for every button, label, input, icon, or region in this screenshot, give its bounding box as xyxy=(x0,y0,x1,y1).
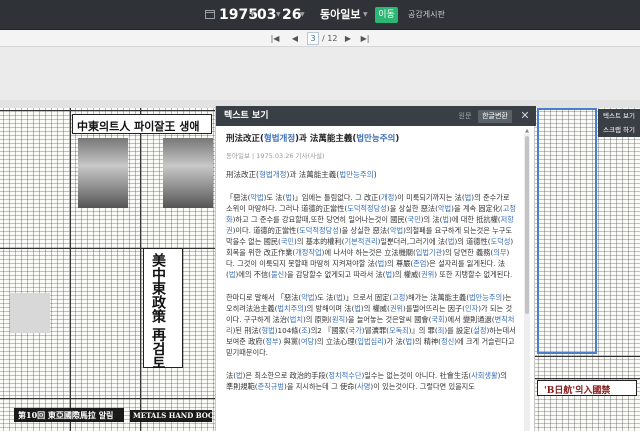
scroll-up-icon[interactable]: ▲ xyxy=(523,128,531,134)
page-navigation-bar: |◀ ◀ 3 / 12 ▶ ▶| xyxy=(0,30,640,47)
subtitle-part: ) xyxy=(373,170,377,179)
rule xyxy=(0,398,215,399)
page-number-input[interactable]: 3 xyxy=(307,32,319,45)
headline-box: 'B日航'의入國禁 xyxy=(537,380,637,396)
article-selection-box[interactable] xyxy=(537,108,597,354)
page-total: / 12 xyxy=(322,34,338,43)
subtitle-part: )과 法萬能主義( xyxy=(286,170,340,179)
rule xyxy=(535,378,640,379)
headline-right: 'B日航'의入國禁 xyxy=(544,386,611,396)
article-paragraph: 法(법)은 최소한으로 政治的手段(정치적수단)일수는 없는것이 아니다. 社會… xyxy=(226,371,507,391)
rule xyxy=(535,356,640,357)
hanja-convert-button[interactable]: 한글변환 xyxy=(478,110,512,123)
article-tools: 텍스트 보기 스크랩 하기 xyxy=(598,109,640,137)
calendar-icon[interactable] xyxy=(205,10,215,19)
title-part: )과 法萬能主義( xyxy=(295,134,357,144)
headline-faisal: 中東의트人 파이잘王 생애 xyxy=(77,120,200,133)
subtitle-hangul: 법만능주의 xyxy=(339,170,374,179)
newspaper-selector[interactable]: 동아일보 xyxy=(320,0,360,30)
move-button[interactable]: 이동 xyxy=(375,7,398,23)
rule xyxy=(0,110,215,111)
day-value: 26 xyxy=(282,7,302,23)
text-view-panel: 텍스트 보기 원문 한글변환 ✕ 刑法改正(형법개정)과 法萬能主義(법만능주의… xyxy=(215,106,536,431)
scrap-button[interactable]: 스크랩 하기 xyxy=(598,123,640,137)
article-paragraph: 한마디로 말해서 「惡法(악법)도 法(법)」으로서 固定(고정)해가는 法萬能… xyxy=(226,293,516,357)
cartoon-illustration xyxy=(10,293,50,333)
title-hangul: 법만능주의 xyxy=(356,134,396,144)
last-page-icon[interactable]: ▶| xyxy=(360,30,370,47)
panel-header: 텍스트 보기 원문 한글변환 ✕ xyxy=(216,106,536,126)
news-photo xyxy=(163,138,213,208)
title-hangul: 형법개정 xyxy=(263,134,296,144)
subtitle-hangul: 형법개정 xyxy=(258,170,287,179)
article-paragraph: 「惡法(악법)도 法(법)」임에는 틀림없다. 그 改正(개정)이 미룩되기까지… xyxy=(226,193,516,279)
panel-title: 텍스트 보기 xyxy=(224,111,269,121)
close-icon[interactable]: ✕ xyxy=(518,106,532,126)
subtitle-part: 刑法改正( xyxy=(226,170,259,179)
chevron-down-icon[interactable]: ▼ xyxy=(363,11,368,19)
first-page-icon[interactable]: |◀ xyxy=(270,30,280,47)
article-subtitle: 刑法改正(형법개정)과 法萬能主義(법만능주의) xyxy=(226,169,516,180)
text-view-button[interactable]: 텍스트 보기 xyxy=(598,109,640,123)
ad-banner: 第10回 東亞國際馬拉 알림 xyxy=(14,408,124,422)
date-navigation-bar: 1975 ▼ 03 ▼ 26 ▼ 동아일보 ▼ 이동 공감게시판 xyxy=(0,0,640,30)
article-title: 刑法改正(형법개정)과 法萬能主義(법만능주의) xyxy=(226,132,516,144)
title-part: 刑法改正( xyxy=(226,134,264,144)
prev-page-icon[interactable]: ◀ xyxy=(290,30,300,47)
ad-banner: METALS HAND BOOK xyxy=(130,410,212,422)
chevron-down-icon[interactable]: ▼ xyxy=(276,11,281,19)
title-part: ) xyxy=(395,134,400,144)
month-selector[interactable]: 03 xyxy=(257,0,276,30)
original-button[interactable]: 원문 xyxy=(454,110,476,123)
chevron-down-icon[interactable]: ▼ xyxy=(250,11,255,19)
news-photo xyxy=(78,138,128,208)
headline-box: 中東의트人 파이잘王 생애 xyxy=(72,114,212,134)
scrollbar-thumb[interactable] xyxy=(525,136,529,314)
next-page-icon[interactable]: ▶ xyxy=(343,30,353,47)
day-selector[interactable]: 26 xyxy=(282,0,301,30)
headline-us-policy: 美中東政策 再검토 xyxy=(150,253,166,370)
article-meta: 동아일보 | 1975.03.26 기사(사설) xyxy=(226,152,325,160)
article-body: 刑法改正(형법개정)과 法萬能主義(법만능주의) 동아일보 | 1975.03.… xyxy=(226,132,516,431)
rule xyxy=(70,108,71,431)
board-link[interactable]: 공감게시판 xyxy=(408,0,445,30)
newspaper-page-left[interactable]: 中東의트人 파이잘王 생애 美中東政策 再검토 第10回 東亞國際馬拉 알림 M… xyxy=(0,108,215,431)
headline-box: 美中東政策 再검토 xyxy=(143,248,183,370)
chevron-down-icon[interactable]: ▼ xyxy=(300,11,305,19)
month-value: 03 xyxy=(257,7,277,23)
rule xyxy=(140,108,141,431)
